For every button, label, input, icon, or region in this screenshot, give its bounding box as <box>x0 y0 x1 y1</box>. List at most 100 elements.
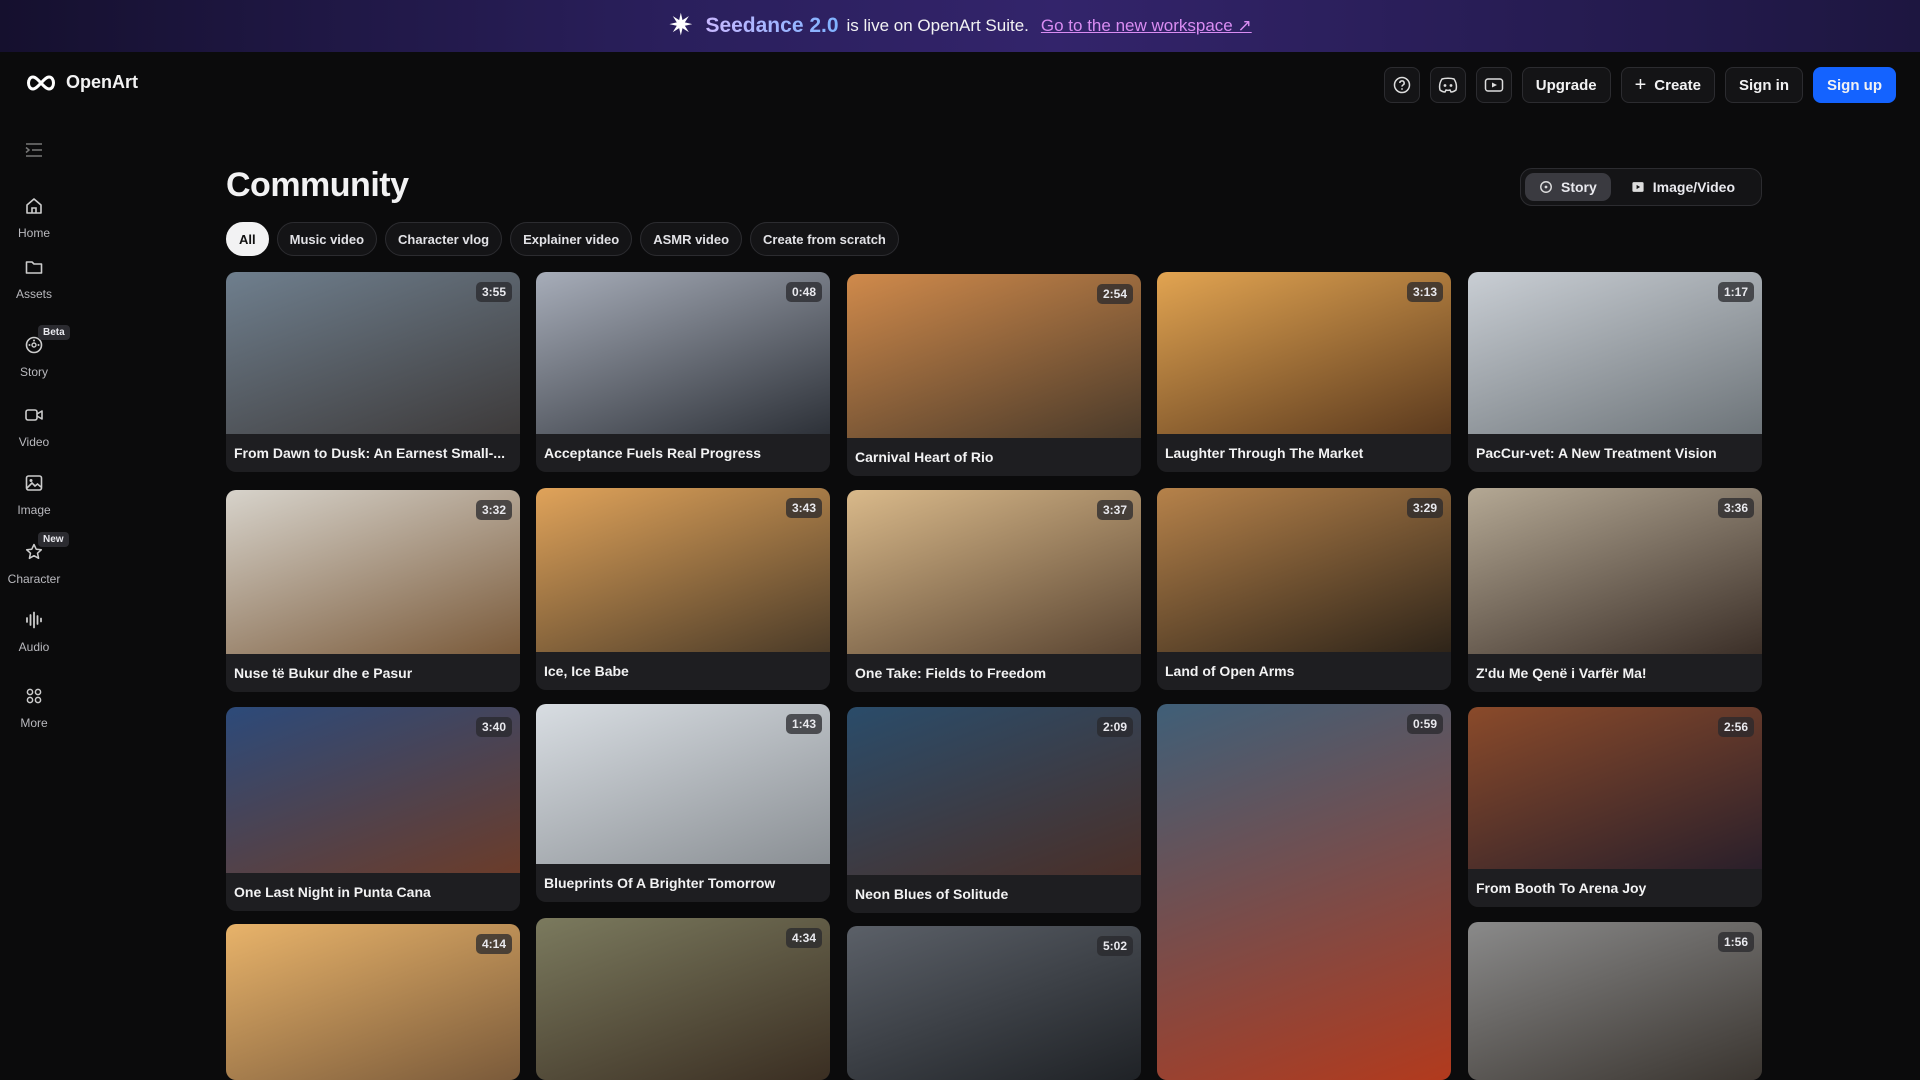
sidebar-label-home: Home <box>17 226 50 240</box>
new-badge: New <box>38 532 69 547</box>
banner-text: is live on OpenArt Suite. <box>846 16 1029 35</box>
page-title: Community <box>226 166 409 204</box>
story-card[interactable]: 3:55 From Dawn to Dusk: An Earnest Small-… <box>226 272 520 472</box>
story-thumbnail: 1:56 <box>1468 922 1762 1080</box>
chip-character-vlog[interactable]: Character vlog <box>385 222 503 256</box>
header-actions: Upgrade + Create Sign in Sign up <box>1383 67 1896 103</box>
chip-all[interactable]: All <box>226 222 269 256</box>
sign-up-button[interactable]: Sign up <box>1813 67 1896 103</box>
help-icon <box>1393 76 1411 94</box>
story-card[interactable]: 5:02 <box>847 926 1141 1080</box>
sidebar-item-home[interactable]: Home <box>0 194 68 240</box>
sidebar-item-character[interactable]: New Character <box>0 532 69 586</box>
story-title: Land of Open Arms <box>1165 663 1295 679</box>
story-thumbnail: 4:34 <box>536 918 830 1080</box>
story-thumbnail: 1:17 <box>1468 272 1762 434</box>
sidebar-item-image[interactable]: Image <box>0 471 68 517</box>
upgrade-button[interactable]: Upgrade <box>1521 67 1611 103</box>
story-card[interactable]: 2:56 From Booth To Arena Joy <box>1468 707 1762 907</box>
story-thumbnail: 3:40 <box>226 707 520 873</box>
story-card[interactable]: 0:59 <box>1157 704 1451 1080</box>
sidebar-item-audio[interactable]: Audio <box>0 608 68 654</box>
folder-icon <box>22 255 46 279</box>
story-card[interactable]: 0:48 Acceptance Fuels Real Progress <box>536 272 830 472</box>
story-card[interactable]: 2:09 Neon Blues of Solitude <box>847 707 1141 913</box>
image-icon <box>22 471 46 495</box>
story-title: One Last Night in Punta Cana <box>234 884 431 900</box>
collapse-sidebar-button[interactable] <box>22 138 46 162</box>
duration-badge: 3:43 <box>785 498 822 518</box>
sidebar-label-audio: Audio <box>18 640 50 654</box>
create-label: Create <box>1654 76 1701 94</box>
story-card[interactable]: 2:54 Carnival Heart of Rio <box>847 274 1141 476</box>
story-thumbnail: 3:43 <box>536 488 830 652</box>
duration-badge: 3:32 <box>475 500 512 520</box>
story-thumbnail: 3:37 <box>847 490 1141 654</box>
duration-badge: 1:56 <box>1717 932 1754 952</box>
story-title: Z'du Me Qenë i Varfër Ma! <box>1476 665 1647 681</box>
story-card[interactable]: 1:56 <box>1468 922 1762 1080</box>
chip-create-from-scratch[interactable]: Create from scratch <box>750 222 899 256</box>
story-image-toggle: Story Image/Video <box>1520 168 1762 206</box>
story-title: One Take: Fields to Freedom <box>855 665 1047 681</box>
story-title: From Booth To Arena Joy <box>1476 880 1647 896</box>
story-card[interactable]: 3:29 Land of Open Arms <box>1157 488 1451 690</box>
duration-badge: 3:36 <box>1717 498 1754 518</box>
sign-in-button[interactable]: Sign in <box>1725 67 1803 103</box>
toggle-story[interactable]: Story <box>1525 173 1611 201</box>
story-card[interactable]: 4:34 <box>536 918 830 1080</box>
story-card[interactable]: 1:17 PacCur-vet: A New Treatment Vision <box>1468 272 1762 472</box>
story-card[interactable]: 3:32 Nuse të Bukur dhe e Pasur <box>226 490 520 692</box>
openart-logo[interactable]: OpenArt <box>24 72 138 93</box>
story-icon <box>1540 181 1552 193</box>
sidebar-label-video: Video <box>18 435 50 449</box>
chip-explainer-video[interactable]: Explainer video <box>510 222 633 256</box>
story-title: PacCur-vet: A New Treatment Vision <box>1476 445 1717 461</box>
sidebar-label-story: Story <box>19 365 48 379</box>
duration-badge: 2:54 <box>1096 284 1133 304</box>
collapse-menu-icon <box>25 143 42 157</box>
help-button[interactable] <box>1383 67 1420 103</box>
story-thumbnail: 2:09 <box>847 707 1141 875</box>
filter-chips: All Music video Character vlog Explainer… <box>226 222 899 256</box>
story-title: Neon Blues of Solitude <box>855 886 1009 902</box>
story-thumbnail: 4:14 <box>226 924 520 1080</box>
story-card[interactable]: 3:37 One Take: Fields to Freedom <box>847 490 1141 692</box>
create-button[interactable]: + Create <box>1620 67 1715 103</box>
new-workspace-link[interactable]: Go to the new workspace ↗ <box>1041 16 1252 36</box>
story-card[interactable]: 3:13 Laughter Through The Market <box>1157 272 1451 472</box>
story-card[interactable]: 1:43 Blueprints Of A Brighter Tomorrow <box>536 704 830 902</box>
toggle-image-video[interactable]: Image/Video <box>1617 173 1749 201</box>
discord-button[interactable] <box>1429 67 1466 103</box>
sparkle-icon: ✷ <box>668 9 694 42</box>
story-thumbnail: 3:55 <box>226 272 520 434</box>
story-title: Blueprints Of A Brighter Tomorrow <box>544 875 776 891</box>
sidebar-item-assets[interactable]: Assets <box>0 255 68 301</box>
story-card[interactable]: 3:43 Ice, Ice Babe <box>536 488 830 690</box>
story-title: Acceptance Fuels Real Progress <box>544 445 762 461</box>
sidebar-label-more: More <box>20 716 48 730</box>
chip-music-video[interactable]: Music video <box>276 222 378 256</box>
sidebar-item-more[interactable]: More <box>0 684 68 730</box>
chip-asmr-video[interactable]: ASMR video <box>640 222 743 256</box>
sidebar-item-story[interactable]: Beta Story <box>0 325 70 379</box>
toggle-story-label: Story <box>1561 179 1597 195</box>
story-thumbnail: 3:29 <box>1157 488 1451 652</box>
story-thumbnail: 3:36 <box>1468 488 1762 654</box>
audio-icon <box>22 608 46 632</box>
more-icon <box>22 684 46 708</box>
upgrade-label: Upgrade <box>1535 76 1597 94</box>
story-title: Laughter Through The Market <box>1165 445 1364 461</box>
story-card[interactable]: 3:36 Z'du Me Qenë i Varfër Ma! <box>1468 488 1762 692</box>
duration-badge: 3:13 <box>1406 282 1443 302</box>
duration-badge: 2:56 <box>1717 717 1754 737</box>
duration-badge: 3:55 <box>475 282 512 302</box>
youtube-button[interactable] <box>1475 67 1512 103</box>
duration-badge: 3:29 <box>1406 498 1443 518</box>
story-card[interactable]: 4:14 <box>226 924 520 1080</box>
sidebar-label-image: Image <box>17 503 51 517</box>
story-title: From Dawn to Dusk: An Earnest Small-... <box>234 445 505 461</box>
story-card[interactable]: 3:40 One Last Night in Punta Cana <box>226 707 520 911</box>
story-thumbnail: 1:43 <box>536 704 830 864</box>
sidebar-item-video[interactable]: Video <box>0 403 68 449</box>
